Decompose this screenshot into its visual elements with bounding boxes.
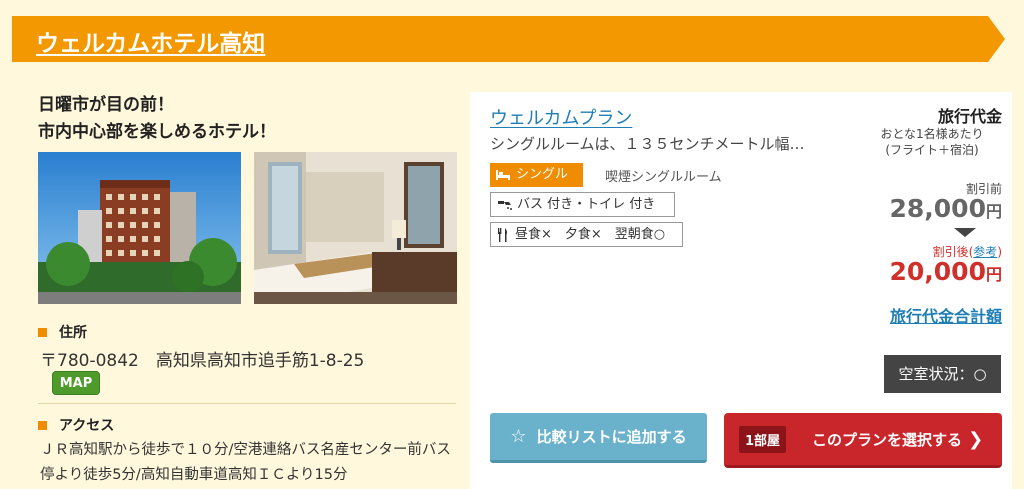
select-plan-label: このプランを選択する bbox=[812, 430, 963, 449]
fork-knife-icon bbox=[497, 227, 509, 242]
map-button[interactable]: MAP bbox=[52, 371, 100, 395]
shower-icon bbox=[497, 199, 513, 211]
address-heading: 住所 bbox=[38, 322, 87, 342]
hotel-name-link[interactable]: ウェルカムホテル高知 bbox=[36, 24, 265, 58]
meals-label: 昼食× 夕食× 翌朝食○ bbox=[515, 227, 666, 242]
bath-toilet-label: バス 付き・トイレ 付き bbox=[517, 197, 656, 212]
plan-name-link[interactable]: ウェルカムプラン bbox=[490, 104, 632, 130]
room-type-tag: シングル bbox=[490, 163, 583, 187]
per-person-label: おとな1名様あたり bbox=[880, 127, 984, 141]
star-icon: ☆ bbox=[510, 426, 527, 447]
price-title: 旅行代金 bbox=[937, 107, 1002, 126]
vacancy-status-badge[interactable]: 空室状況：○ bbox=[884, 355, 1001, 393]
access-heading: アクセス bbox=[38, 415, 114, 435]
plan-description: シングルルームは、１３５センチメートル幅… bbox=[490, 135, 805, 153]
yen-unit: 円 bbox=[985, 265, 1002, 284]
after-discount-price: 20,000円 bbox=[890, 257, 1003, 286]
price-per-person: おとな1名様あたり (フライト＋宿泊) bbox=[862, 126, 1002, 158]
section-divider bbox=[38, 403, 456, 404]
room-type-label: シングル bbox=[516, 167, 569, 182]
access-heading-label: アクセス bbox=[59, 418, 115, 434]
guest-room-photo[interactable] bbox=[254, 152, 457, 304]
after-price-value: 20,000 bbox=[889, 257, 986, 286]
address-heading-label: 住所 bbox=[59, 325, 87, 341]
bullet-square-icon bbox=[38, 420, 47, 430]
down-arrow-icon bbox=[954, 228, 976, 237]
chevron-right-icon: ❯ bbox=[968, 428, 984, 450]
access-text: ＪＲ高知駅から徒歩で１０分/空港連絡バス名産センター前バス停より徒歩5分/高知自… bbox=[40, 442, 451, 483]
catch-line-1: 日曜市が目の前！ bbox=[38, 95, 174, 115]
compare-button-label: 比較リストに追加する bbox=[536, 428, 687, 446]
hotel-banner: ウェルカムホテル高知 bbox=[12, 16, 1005, 62]
total-price-link[interactable]: 旅行代金合計額 bbox=[890, 303, 1002, 327]
smoking-room-label: 喫煙シングルルーム bbox=[605, 170, 722, 185]
address-text: 〒780-0842 高知県高知市追手筋1-8-25 bbox=[40, 351, 365, 371]
select-plan-button[interactable]: 1部屋 このプランを選択する ❯ bbox=[724, 413, 1002, 468]
before-price-value: 28,000 bbox=[889, 194, 986, 223]
bed-icon bbox=[496, 170, 510, 180]
flight-hotel-note: (フライト＋宿泊) bbox=[885, 143, 979, 157]
room-count-badge: 1部屋 bbox=[739, 425, 787, 453]
yen-unit: 円 bbox=[985, 202, 1002, 221]
add-to-compare-button[interactable]: ☆ 比較リストに追加する bbox=[490, 413, 707, 463]
catch-line-2: 市内中心部を楽しめるホテル！ bbox=[38, 122, 276, 142]
bullet-square-icon bbox=[38, 327, 47, 337]
bath-toilet-tag: バス 付き・トイレ 付き bbox=[490, 192, 675, 217]
hotel-exterior-photo[interactable] bbox=[38, 152, 241, 304]
catch-copy: 日曜市が目の前！ 市内中心部を楽しめるホテル！ bbox=[38, 92, 276, 146]
before-discount-price: 28,000円 bbox=[890, 194, 1003, 223]
meals-tag: 昼食× 夕食× 翌朝食○ bbox=[490, 222, 683, 247]
